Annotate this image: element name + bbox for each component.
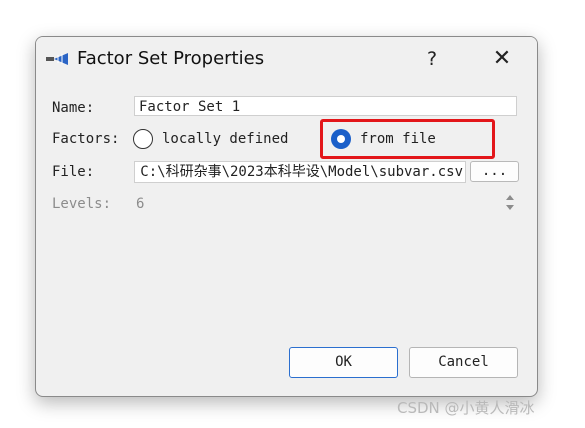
spin-up-icon: [506, 195, 514, 200]
radio-locally-defined[interactable]: [133, 129, 153, 149]
factor-set-properties-dialog: Factor Set Properties ? ✕ Name: Factor S…: [35, 36, 538, 397]
close-button[interactable]: ✕: [486, 45, 518, 73]
levels-spinbox: 6: [136, 196, 145, 212]
name-input[interactable]: Factor Set 1: [134, 96, 517, 116]
cancel-button[interactable]: Cancel: [409, 347, 518, 378]
spin-down-icon: [506, 205, 514, 210]
title-bar[interactable]: Factor Set Properties ? ✕: [36, 37, 537, 81]
file-label: File:: [52, 164, 95, 180]
ok-button[interactable]: OK: [289, 347, 398, 378]
highlight-annotation: [320, 119, 495, 159]
close-icon: ✕: [492, 46, 512, 71]
radio-label-locally-defined[interactable]: locally defined: [162, 129, 288, 149]
help-button[interactable]: ?: [418, 45, 446, 73]
levels-label: Levels:: [52, 196, 112, 212]
factors-label: Factors:: [52, 131, 120, 147]
browse-button[interactable]: ...: [470, 161, 519, 182]
file-path-input[interactable]: C:\科研杂事\2023本科毕设\Model\subvar.csv: [134, 161, 466, 183]
file-path-value: C:\科研杂事\2023本科毕设\Model\subvar.csv: [140, 164, 463, 180]
dialog-title: Factor Set Properties: [77, 48, 265, 69]
name-label: Name:: [52, 100, 95, 116]
watermark-text: CSDN @小黄人滑冰: [397, 399, 535, 417]
factor-set-app-icon: [46, 53, 68, 65]
